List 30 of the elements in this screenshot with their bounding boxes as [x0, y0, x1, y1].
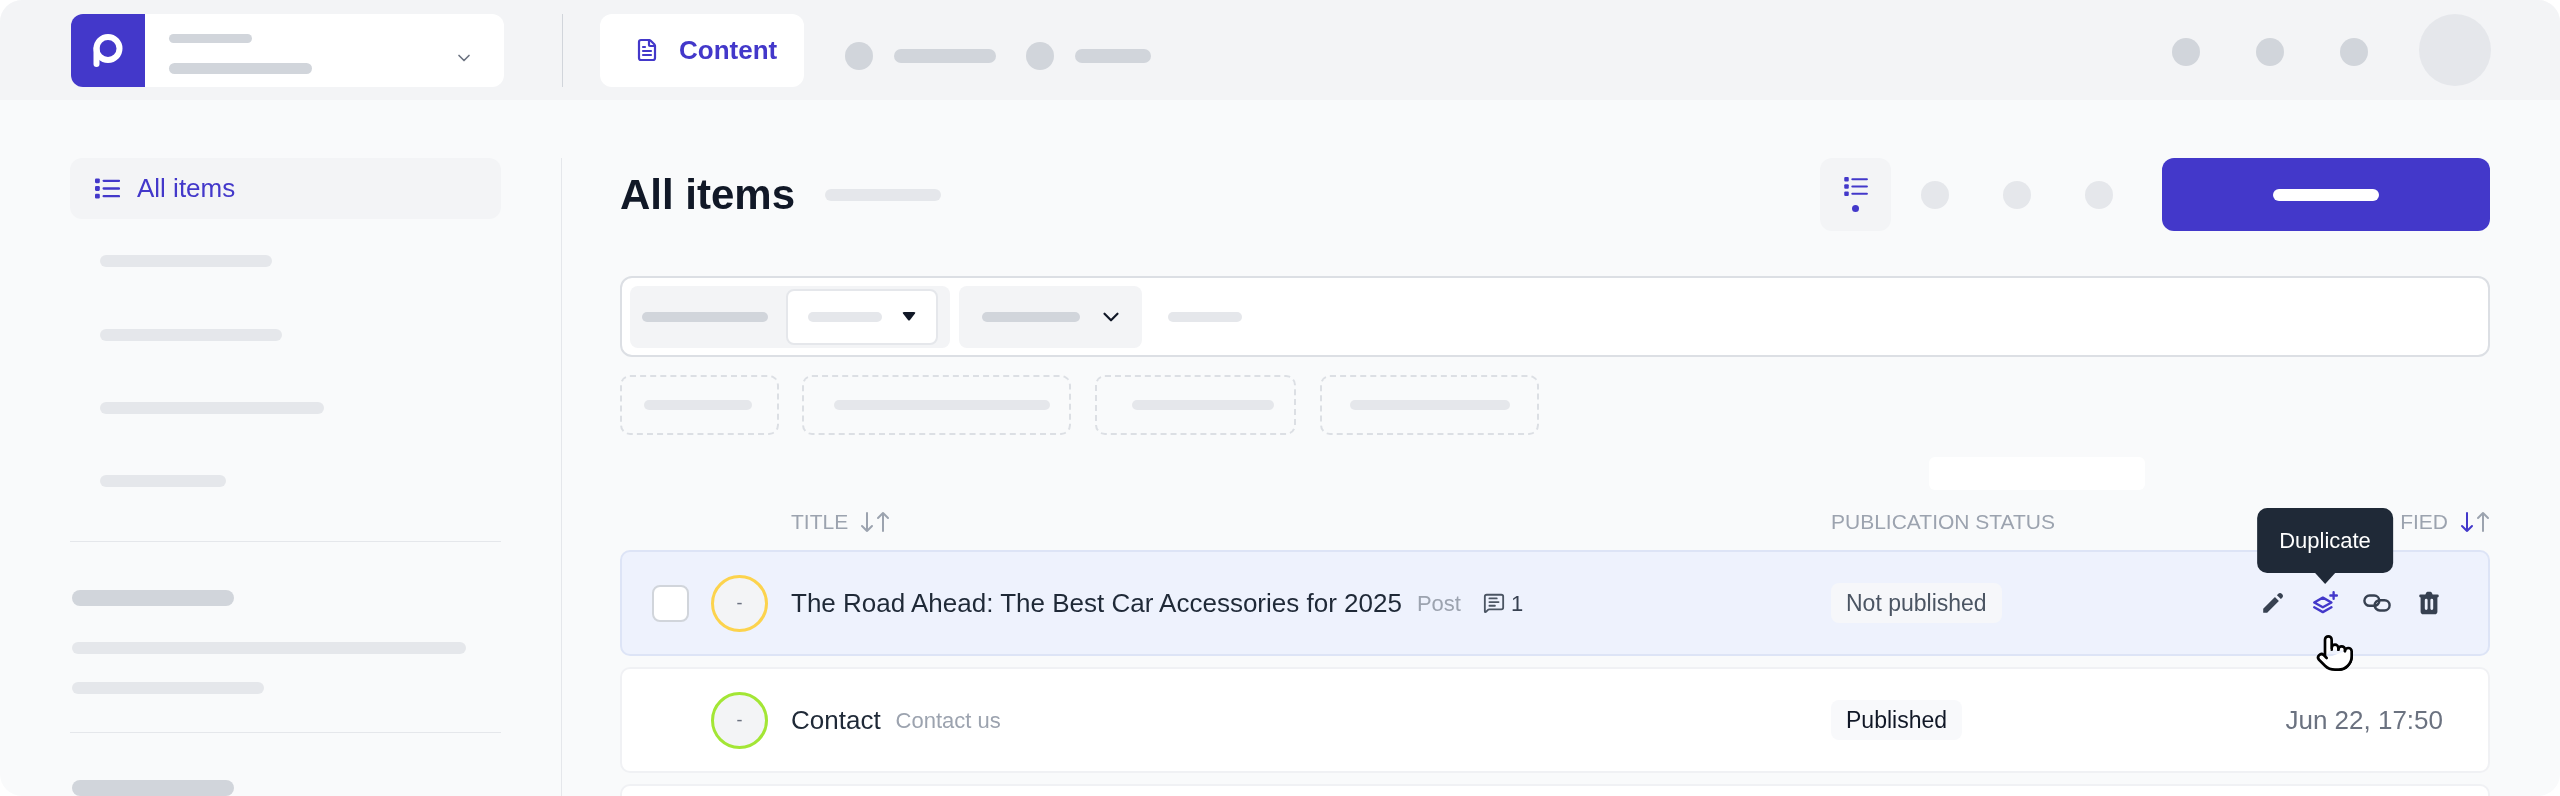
row-subtitle: Post: [1416, 589, 1461, 618]
list-icon: [95, 178, 120, 200]
logo-icon: [71, 13, 145, 87]
workspace-selector[interactable]: [71, 13, 504, 87]
column-header: PUBLICATION STATUS: [1831, 509, 2056, 536]
status-ring: -: [711, 574, 768, 632]
comment-icon: [1482, 592, 1505, 614]
checkbox[interactable]: [652, 584, 689, 622]
column-header: TITLE: [791, 509, 849, 536]
primary-button[interactable]: [2162, 158, 2490, 231]
sidebar-item[interactable]: All items: [70, 158, 501, 220]
row-title[interactable]: The Road Ahead: The Best Car Accessories for 2025: [791, 583, 1402, 623]
nav-tab[interactable]: Content: [600, 13, 804, 87]
document-icon: [635, 37, 659, 63]
comment-count: 1: [1510, 589, 1524, 618]
hand-cursor-icon: [2315, 633, 2355, 673]
row-subtitle: Contact us: [895, 706, 1001, 735]
list-view-button[interactable]: [1820, 158, 1891, 231]
modified-date: Jun 22, 17:50: [2285, 703, 2443, 737]
status-badge: Not published: [1831, 583, 2002, 623]
tooltip: Duplicate: [2257, 508, 2393, 584]
list-icon: [1843, 177, 1868, 196]
caret-down-icon: [902, 312, 916, 321]
sort-arrows-icon[interactable]: [2460, 511, 2490, 533]
column-header: FIED: [2400, 509, 2448, 536]
table-row[interactable]: - Contact Contact us Published Jun 22, 17:50: [620, 667, 2490, 773]
page-title: All items: [620, 170, 796, 220]
row-title[interactable]: Contact: [791, 700, 881, 740]
status-badge: Published: [1831, 700, 1963, 740]
status-ring: -: [711, 691, 768, 749]
